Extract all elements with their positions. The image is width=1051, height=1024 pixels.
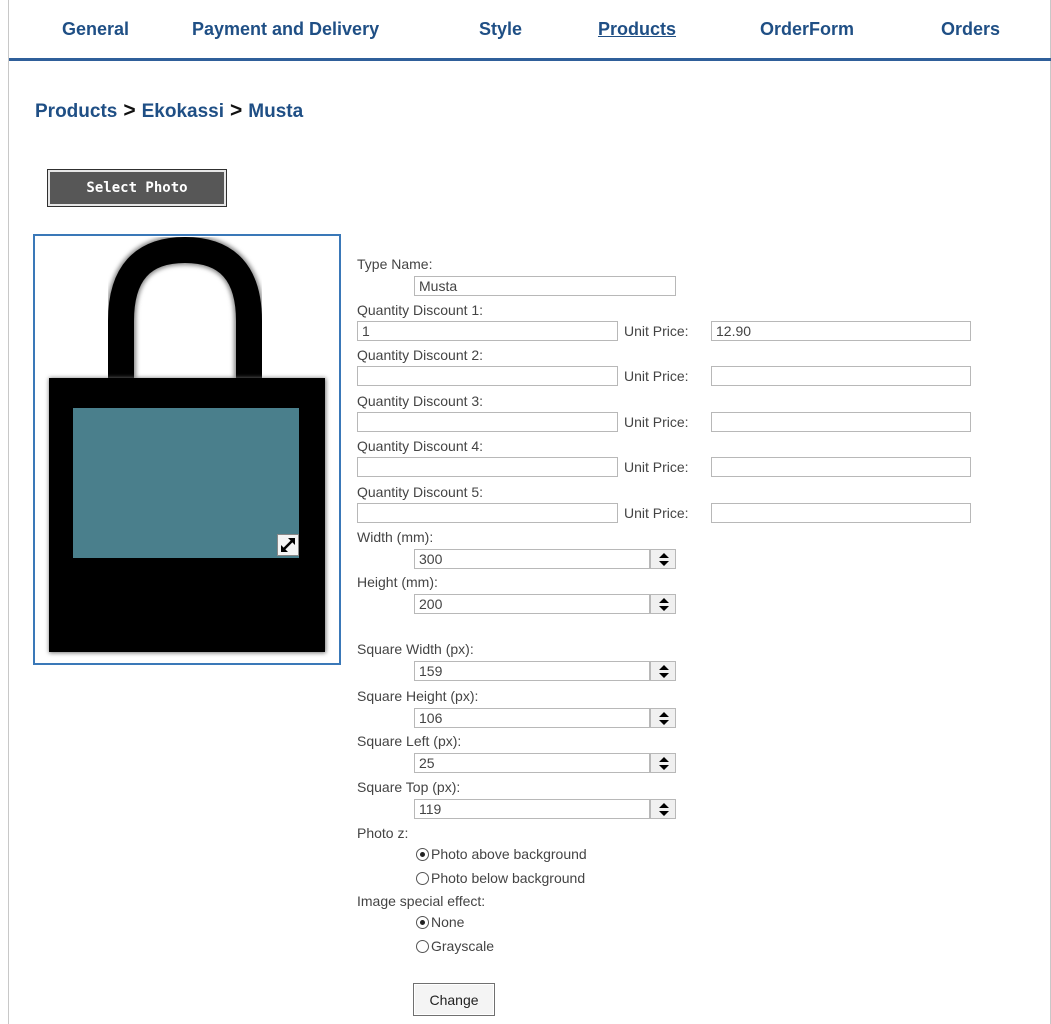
breadcrumb-ekokassi[interactable]: Ekokassi	[142, 101, 224, 122]
select-photo-button[interactable]: Select Photo	[47, 169, 227, 207]
qty-discount-2-label: Quantity Discount 2:	[357, 347, 484, 363]
type-name-label: Type Name:	[357, 256, 433, 272]
height-input[interactable]: 200	[414, 594, 650, 614]
effect-none-label: None	[431, 914, 465, 930]
tab-payment-and-delivery[interactable]: Payment and Delivery	[192, 19, 379, 40]
height-label: Height (mm):	[357, 574, 438, 590]
tab-orderform[interactable]: OrderForm	[760, 19, 854, 40]
unit-price-4-input[interactable]	[711, 457, 971, 477]
qty-discount-4-label: Quantity Discount 4:	[357, 438, 484, 454]
page-border-left	[8, 0, 9, 1024]
unit-price-5-label: Unit Price:	[624, 505, 689, 521]
resize-icon[interactable]	[277, 534, 299, 556]
unit-price-5-input[interactable]	[711, 503, 971, 523]
qty-discount-3-input[interactable]	[357, 412, 618, 432]
photo-below-option[interactable]: Photo below background	[416, 870, 585, 886]
qty-discount-4-input[interactable]	[357, 457, 618, 477]
tab-orders[interactable]: Orders	[941, 19, 1000, 40]
square-left-input[interactable]: 25	[414, 753, 650, 773]
qty-discount-3-label: Quantity Discount 3:	[357, 393, 484, 409]
unit-price-3-input[interactable]	[711, 412, 971, 432]
bag-image	[49, 236, 326, 653]
qty-discount-5-label: Quantity Discount 5:	[357, 484, 484, 500]
radio-checked-icon[interactable]	[416, 915, 429, 929]
spin-arrows-icon	[659, 598, 669, 611]
unit-price-4-label: Unit Price:	[624, 459, 689, 475]
photo-above-option[interactable]: Photo above background	[416, 846, 587, 862]
radio-checked-icon[interactable]	[416, 847, 429, 861]
width-spin-button[interactable]	[650, 549, 676, 569]
qty-discount-1-input[interactable]: 1	[357, 321, 618, 341]
unit-price-1-label: Unit Price:	[624, 323, 689, 339]
width-input[interactable]: 300	[414, 549, 650, 569]
square-top-label: Square Top (px):	[357, 779, 461, 795]
square-height-label: Square Height (px):	[357, 688, 479, 704]
square-top-spin-button[interactable]	[650, 799, 676, 819]
unit-price-3-label: Unit Price:	[624, 414, 689, 430]
photo-above-label: Photo above background	[431, 846, 587, 862]
effect-none-option[interactable]: None	[416, 914, 464, 930]
square-height-input[interactable]: 106	[414, 708, 650, 728]
square-left-spin-button[interactable]	[650, 753, 676, 773]
spin-arrows-icon	[659, 757, 669, 770]
radio-unchecked-icon[interactable]	[416, 939, 429, 953]
effect-label: Image special effect:	[357, 893, 486, 909]
qty-discount-1-label: Quantity Discount 1:	[357, 302, 484, 318]
unit-price-1-input[interactable]: 12.90	[711, 321, 971, 341]
radio-unchecked-icon[interactable]	[416, 871, 429, 885]
square-height-spin-button[interactable]	[650, 708, 676, 728]
spin-arrows-icon	[659, 665, 669, 678]
tab-general[interactable]: General	[62, 19, 129, 40]
unit-price-2-input[interactable]	[711, 366, 971, 386]
breadcrumb: Products > Ekokassi > Musta	[35, 99, 303, 123]
square-width-label: Square Width (px):	[357, 641, 474, 657]
tab-style[interactable]: Style	[479, 19, 522, 40]
square-width-stepper: 159	[414, 661, 676, 681]
top-nav: General Payment and Delivery Style Produ…	[9, 0, 1050, 62]
product-preview	[33, 234, 341, 665]
square-left-label: Square Left (px):	[357, 733, 462, 749]
height-spin-button[interactable]	[650, 594, 676, 614]
type-name-input[interactable]: Musta	[414, 276, 676, 296]
width-label: Width (mm):	[357, 529, 434, 545]
unit-price-2-label: Unit Price:	[624, 368, 689, 384]
square-height-stepper: 106	[414, 708, 676, 728]
photo-below-label: Photo below background	[431, 870, 586, 886]
nav-divider	[9, 58, 1051, 61]
breadcrumb-musta: Musta	[248, 101, 304, 122]
breadcrumb-separator: >	[123, 99, 136, 122]
change-button[interactable]: Change	[413, 983, 495, 1016]
spin-arrows-icon	[659, 803, 669, 816]
photo-square[interactable]	[73, 408, 299, 558]
qty-discount-2-input[interactable]	[357, 366, 618, 386]
tab-products[interactable]: Products	[598, 19, 676, 40]
spin-arrows-icon	[659, 712, 669, 725]
breadcrumb-products[interactable]: Products	[35, 101, 117, 122]
effect-grayscale-label: Grayscale	[431, 938, 495, 954]
effect-grayscale-option[interactable]: Grayscale	[416, 938, 494, 954]
square-width-input[interactable]: 159	[414, 661, 650, 681]
square-left-stepper: 25	[414, 753, 676, 773]
photo-z-label: Photo z:	[357, 825, 409, 841]
square-width-spin-button[interactable]	[650, 661, 676, 681]
breadcrumb-separator: >	[230, 99, 243, 122]
width-stepper: 300	[414, 549, 676, 569]
spin-arrows-icon	[659, 553, 669, 566]
square-top-stepper: 119	[414, 799, 676, 819]
qty-discount-5-input[interactable]	[357, 503, 618, 523]
height-stepper: 200	[414, 594, 676, 614]
square-top-input[interactable]: 119	[414, 799, 650, 819]
